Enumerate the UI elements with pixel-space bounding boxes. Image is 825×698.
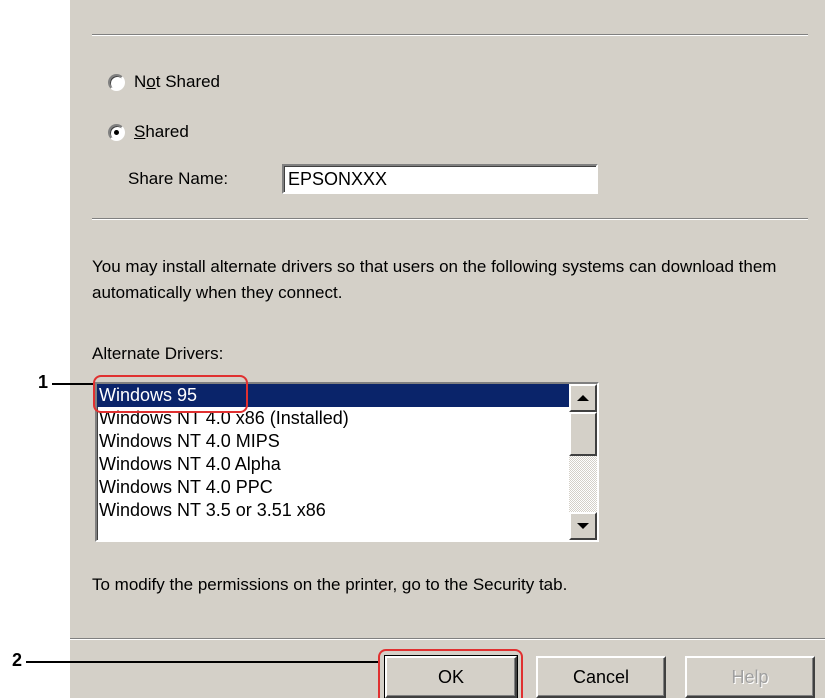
driver-list-item[interactable]: Windows NT 4.0 Alpha <box>97 453 571 476</box>
callout-1-box <box>93 375 248 413</box>
cancel-button[interactable]: Cancel <box>536 656 666 698</box>
driver-list-item[interactable]: Windows NT 4.0 MIPS <box>97 430 571 453</box>
alternate-drivers-label: Alternate Drivers: <box>92 344 224 363</box>
scroll-thumb[interactable] <box>569 412 597 456</box>
callout-1-line <box>52 383 94 385</box>
not-shared-label: Not Shared <box>134 72 221 91</box>
radio-unchecked-icon[interactable] <box>108 73 125 91</box>
middle-divider <box>92 218 808 220</box>
share-name-label: Share Name: <box>128 169 229 188</box>
help-button[interactable]: Help <box>685 656 815 698</box>
permissions-hint: To modify the permissions on the printer… <box>92 575 568 594</box>
scroll-up-button[interactable] <box>569 384 597 412</box>
alternate-drivers-description: You may install alternate drivers so tha… <box>92 257 777 302</box>
shared-radio[interactable]: Shared <box>108 120 189 144</box>
driver-list-item[interactable]: Windows NT 3.5 or 3.51 x86 <box>97 499 571 522</box>
sharing-dialog: Not Shared Shared Share Name: You may in… <box>70 0 825 698</box>
button-bar-divider <box>70 638 825 640</box>
callout-2-box <box>378 649 523 698</box>
triangle-up-icon <box>577 395 589 401</box>
driver-list-item[interactable]: Windows NT 4.0 PPC <box>97 476 571 499</box>
radio-checked-icon[interactable] <box>108 123 125 141</box>
triangle-down-icon <box>577 523 589 529</box>
callout-1-number: 1 <box>38 372 49 392</box>
not-shared-radio[interactable]: Not Shared <box>108 70 220 94</box>
callout-2-number: 2 <box>12 650 23 670</box>
share-name-input[interactable] <box>282 164 598 194</box>
shared-label: Shared <box>134 122 189 141</box>
list-scrollbar[interactable] <box>569 384 597 540</box>
top-divider <box>92 34 808 36</box>
callout-2-line <box>26 661 379 663</box>
scroll-down-button[interactable] <box>569 512 597 540</box>
